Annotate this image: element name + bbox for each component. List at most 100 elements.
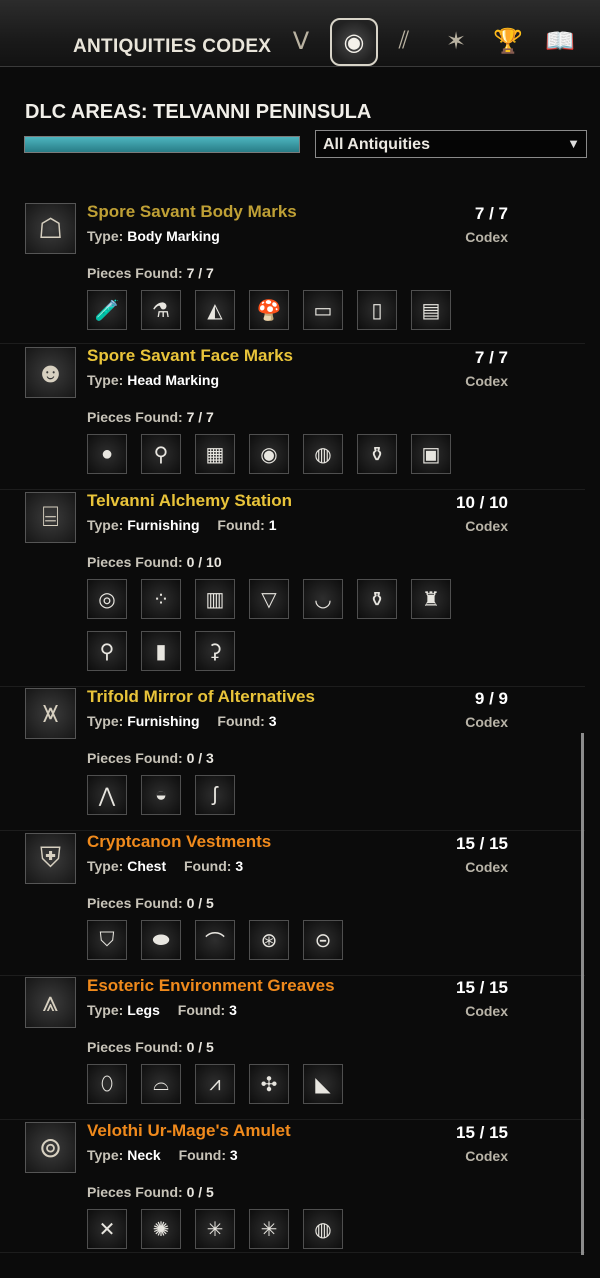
lead-piece-icon[interactable]: ⚲	[87, 631, 127, 671]
lead-piece-icon[interactable]: ⚗	[141, 290, 181, 330]
codex-title: ANTIQUITIES CODEX	[73, 36, 272, 57]
journal-icon[interactable]: 📖	[542, 24, 578, 58]
codex-icon[interactable]: ◉	[330, 18, 378, 66]
antiquity-name[interactable]: Spore Savant Face Marks	[87, 346, 293, 366]
lead-piece-icon[interactable]: ⬯	[87, 1064, 127, 1104]
lead-piece-icon[interactable]: ▮	[141, 631, 181, 671]
codex-count: 10 / 10	[456, 493, 508, 512]
lead-piece-icon[interactable]: ●	[87, 434, 127, 474]
lead-piece-icon[interactable]: ⚱	[357, 579, 397, 619]
lead-piece-icon[interactable]: ▣	[411, 434, 451, 474]
found-label: Found:	[178, 1147, 226, 1163]
pieces-found: Pieces Found: 7 / 7	[87, 265, 214, 281]
antiquity-thumbnail-icon: ⌸	[25, 492, 76, 543]
list-scrollbar[interactable]	[581, 733, 584, 1255]
antiquity-entry[interactable]: ⩓ Esoteric Environment Greaves Type: Leg…	[0, 976, 585, 1120]
lead-piece-icon[interactable]: ✕	[87, 1209, 127, 1249]
antiquity-thumbnail-icon: ⛨	[25, 833, 76, 884]
lead-piece-icon[interactable]: ◣	[303, 1064, 343, 1104]
lead-piece-icon[interactable]: 🍄	[249, 290, 289, 330]
pieces-found-label: Pieces Found:	[87, 750, 183, 766]
scrying-icon[interactable]: ⫽	[386, 24, 422, 58]
antiquity-name[interactable]: Telvanni Alchemy Station	[87, 491, 292, 511]
antiquity-filter-dropdown[interactable]: All Antiquities ▼	[315, 130, 587, 158]
lead-piece-icon[interactable]: ⚳	[195, 631, 235, 671]
lead-piece-icon[interactable]: ⚱	[357, 434, 397, 474]
lead-piece-icon[interactable]: ♜	[411, 579, 451, 619]
pieces-found-label: Pieces Found:	[87, 1039, 183, 1055]
pieces-found: Pieces Found: 7 / 7	[87, 409, 214, 425]
pieces-found-label: Pieces Found:	[87, 554, 183, 570]
zone-title: DLC AREAS: TELVANNI PENINSULA	[25, 101, 372, 123]
lead-piece-icon[interactable]: ◎	[87, 579, 127, 619]
codex-label[interactable]: Codex	[465, 1148, 508, 1164]
antiquity-entry[interactable]: ☻ Spore Savant Face Marks Type: Head Mar…	[0, 346, 585, 490]
lead-piece-icon[interactable]: ▽	[249, 579, 289, 619]
codex-label[interactable]: Codex	[465, 518, 508, 534]
lead-piece-icon[interactable]: ʃ	[195, 775, 235, 815]
lead-piece-icon[interactable]: ✺	[141, 1209, 181, 1249]
lead-pieces: ⬯ ⌓ ⩘ ✣ ◣	[87, 1064, 487, 1116]
lead-piece-icon[interactable]: ✣	[249, 1064, 289, 1104]
lead-piece-icon[interactable]: ⁘	[141, 579, 181, 619]
lead-piece-icon[interactable]: ▭	[303, 290, 343, 330]
lead-piece-icon[interactable]: ▥	[195, 579, 235, 619]
lead-piece-icon[interactable]: ▯	[357, 290, 397, 330]
lead-piece-icon[interactable]: ⌒	[195, 920, 235, 960]
type-label: Type:	[87, 372, 124, 388]
codex-label[interactable]: Codex	[465, 859, 508, 875]
antiquity-entry[interactable]: ⌸ Telvanni Alchemy Station Type: Furnish…	[0, 491, 585, 687]
antiquity-thumbnail-icon: ⩙	[25, 688, 76, 739]
codex-count: 15 / 15	[456, 834, 508, 853]
lead-piece-icon[interactable]: ◍	[303, 1209, 343, 1249]
antiquity-entry[interactable]: ☖ Spore Savant Body Marks Type: Body Mar…	[0, 202, 585, 344]
lead-piece-icon[interactable]: ◒	[141, 775, 181, 815]
lead-piece-icon[interactable]: 🧪	[87, 290, 127, 330]
lead-piece-icon[interactable]: ◉	[249, 434, 289, 474]
lead-piece-icon[interactable]: ◭	[195, 290, 235, 330]
antiquity-name[interactable]: Trifold Mirror of Alternatives	[87, 687, 315, 707]
pieces-found-value: 0 / 3	[186, 750, 214, 766]
lead-piece-icon[interactable]: ⌓	[141, 1064, 181, 1104]
lead-piece-icon[interactable]: ✳	[249, 1209, 289, 1249]
codex-label[interactable]: Codex	[465, 373, 508, 389]
chevron-down-icon: ▼	[567, 136, 580, 151]
lead-piece-icon[interactable]: ▦	[195, 434, 235, 474]
antiquity-list[interactable]: ☖ Spore Savant Body Marks Type: Body Mar…	[0, 167, 600, 1267]
antiquity-name[interactable]: Cryptcanon Vestments	[87, 832, 271, 852]
antiquity-name[interactable]: Esoteric Environment Greaves	[87, 976, 335, 996]
pieces-found: Pieces Found: 0 / 10	[87, 554, 222, 570]
lead-piece-icon[interactable]: ⋀	[87, 775, 127, 815]
lead-piece-icon[interactable]: ⊝	[303, 920, 343, 960]
found-label: Found:	[217, 713, 265, 729]
codex-count: 15 / 15	[456, 1123, 508, 1142]
pieces-found-value: 0 / 5	[186, 1039, 214, 1055]
codex-label[interactable]: Codex	[465, 714, 508, 730]
pieces-found-label: Pieces Found:	[87, 409, 183, 425]
found-value: 3	[235, 858, 244, 874]
antiquity-entry[interactable]: ⩙ Trifold Mirror of Alternatives Type: F…	[0, 687, 585, 831]
trophy-icon[interactable]: 🏆	[490, 24, 526, 58]
lead-piece-icon[interactable]: ◍	[303, 434, 343, 474]
codex-label[interactable]: Codex	[465, 1003, 508, 1019]
compass-icon[interactable]: ✶	[438, 24, 474, 58]
lead-piece-icon[interactable]: ▤	[411, 290, 451, 330]
antiquity-name[interactable]: Spore Savant Body Marks	[87, 202, 297, 222]
lead-piece-icon[interactable]: ⩘	[195, 1064, 235, 1104]
lead-piece-icon[interactable]: ✳	[195, 1209, 235, 1249]
antiquity-entry[interactable]: ⛨ Cryptcanon Vestments Type: Chest Found…	[0, 832, 585, 976]
codex-label[interactable]: Codex	[465, 229, 508, 245]
lead-piece-icon[interactable]: ⊛	[249, 920, 289, 960]
lead-piece-icon[interactable]: ◡	[303, 579, 343, 619]
lead-piece-icon[interactable]: ⛉	[87, 920, 127, 960]
lead-piece-icon[interactable]: ⚲	[141, 434, 181, 474]
type-label: Type:	[87, 858, 124, 874]
antiquity-meta: Type: Furnishing Found: 3	[87, 713, 277, 729]
antiquity-name[interactable]: Velothi Ur-Mage's Amulet	[87, 1121, 291, 1141]
antiquity-entry[interactable]: ⊚ Velothi Ur-Mage's Amulet Type: Neck Fo…	[0, 1121, 585, 1253]
antiquity-thumbnail-icon: ☻	[25, 347, 76, 398]
lead-icon[interactable]: ᐯ	[283, 24, 319, 58]
pieces-found-label: Pieces Found:	[87, 1184, 183, 1200]
pieces-found-value: 7 / 7	[186, 265, 214, 281]
lead-piece-icon[interactable]: ⬬	[141, 920, 181, 960]
